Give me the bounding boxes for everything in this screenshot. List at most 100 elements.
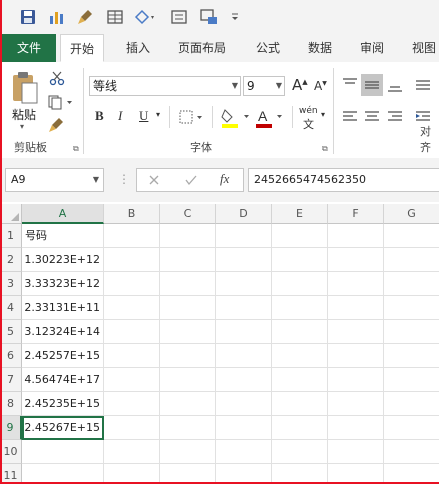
row-header[interactable]: 6 [0,344,22,368]
column-header-b[interactable]: B [104,204,160,224]
align-left-icon[interactable] [341,109,359,125]
cell[interactable] [160,368,216,392]
copy-icon[interactable] [47,94,75,110]
cell[interactable] [216,344,272,368]
select-all-button[interactable] [0,204,22,224]
align-top-icon[interactable] [341,76,359,94]
cell-a9[interactable]: 2.45267E+15 [22,416,104,440]
cell[interactable] [384,320,439,344]
cell[interactable] [328,392,384,416]
cell[interactable] [328,320,384,344]
cell[interactable] [272,368,328,392]
cell[interactable] [160,416,216,440]
form-icon[interactable] [170,8,188,26]
cell[interactable] [328,224,384,248]
cell[interactable] [216,416,272,440]
cell[interactable] [384,344,439,368]
cell[interactable] [384,368,439,392]
cell[interactable] [160,440,216,464]
cell[interactable] [104,320,160,344]
underline-dropdown-icon[interactable]: ▾ [156,110,160,119]
shrink-font-button[interactable]: A▼ [314,79,327,93]
tab-file[interactable]: 文件 [2,34,56,62]
column-header-g[interactable]: G [384,204,439,224]
cell[interactable] [104,296,160,320]
cell[interactable] [160,464,216,484]
cell[interactable] [384,464,439,484]
font-launcher-icon[interactable]: ⧉ [322,144,328,154]
cell[interactable] [216,464,272,484]
cell[interactable] [160,320,216,344]
cell[interactable] [272,440,328,464]
font-color-icon[interactable]: A [255,106,287,130]
cell-a2[interactable]: 1.30223E+12 [22,248,104,272]
cell[interactable] [216,320,272,344]
cell[interactable] [216,296,272,320]
row-header[interactable]: 8 [0,392,22,416]
align-bottom-icon[interactable] [386,76,404,94]
cell[interactable] [272,344,328,368]
cell-a3[interactable]: 3.33323E+12 [22,272,104,296]
paste-dropdown-icon[interactable]: ▾ [20,122,24,131]
formula-input[interactable]: 2452665474562350 [248,168,439,192]
tab-page-layout[interactable]: 页面布局 [170,34,234,62]
cell[interactable] [328,440,384,464]
cell[interactable] [104,464,160,484]
cell[interactable] [272,392,328,416]
chart-icon[interactable] [48,8,66,26]
save-icon[interactable] [19,8,37,26]
shape-icon[interactable] [133,8,157,26]
cell[interactable] [160,224,216,248]
orientation-icon[interactable] [414,76,432,94]
row-header[interactable]: 11 [0,464,22,484]
phonetic-button[interactable]: wén 文 [299,106,318,132]
row-header[interactable]: 3 [0,272,22,296]
tab-formulas[interactable]: 公式 [248,34,288,62]
cell[interactable] [160,248,216,272]
column-header-f[interactable]: F [328,204,384,224]
cell[interactable] [272,320,328,344]
cell[interactable] [104,224,160,248]
row-header[interactable]: 9 [0,416,22,440]
format-painter-icon[interactable] [76,8,94,26]
enter-icon[interactable] [184,174,198,186]
font-name-select[interactable]: 等线 ▼ [89,76,241,96]
tab-insert[interactable]: 插入 [116,34,160,62]
customize-icon[interactable] [229,8,241,26]
cell[interactable] [272,296,328,320]
cell[interactable] [216,272,272,296]
screen-icon[interactable] [199,8,221,26]
cut-icon[interactable] [49,70,65,86]
row-header[interactable]: 2 [0,248,22,272]
cell[interactable] [328,344,384,368]
row-header[interactable]: 5 [0,320,22,344]
cell[interactable] [104,368,160,392]
tab-view[interactable]: 视图 [404,34,439,62]
align-center-icon[interactable] [363,109,381,125]
cell-a11[interactable] [22,464,104,484]
border-icon[interactable] [178,109,206,125]
cell-a10[interactable] [22,440,104,464]
cell[interactable] [216,248,272,272]
cell[interactable] [384,248,439,272]
cell-a6[interactable]: 2.45257E+15 [22,344,104,368]
cell[interactable] [384,392,439,416]
cell[interactable] [328,416,384,440]
phonetic-dropdown-icon[interactable]: ▾ [321,110,325,119]
cell[interactable] [160,296,216,320]
row-header[interactable]: 1 [0,224,22,248]
bold-button[interactable]: B [95,108,104,124]
cancel-icon[interactable] [148,174,160,186]
cell[interactable] [216,440,272,464]
cell[interactable] [216,368,272,392]
cell[interactable] [104,344,160,368]
cell[interactable] [328,368,384,392]
column-header-c[interactable]: C [160,204,216,224]
tab-home[interactable]: 开始 [60,34,104,62]
underline-button[interactable]: U [139,108,148,124]
paste-button[interactable]: 粘贴 [12,106,36,123]
cell[interactable] [272,224,328,248]
column-header-a[interactable]: A [22,204,104,224]
cell[interactable] [384,224,439,248]
cell[interactable] [216,392,272,416]
